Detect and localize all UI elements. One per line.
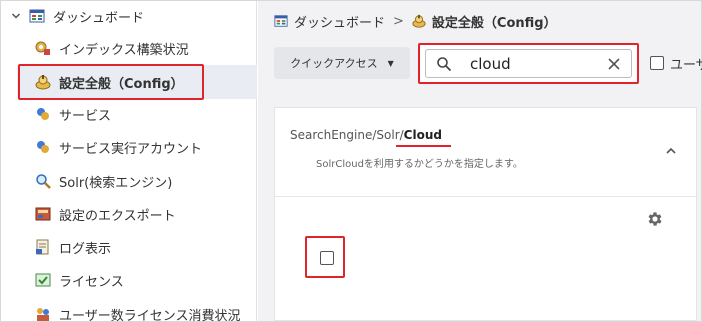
sidebar-item-export[interactable]: 設定のエクスポート: [35, 200, 176, 228]
sidebar-item-label: サービス: [59, 108, 112, 124]
sidebar-item-label: Solr(検索エンジン): [59, 175, 173, 191]
setting-card-header[interactable]: SearchEngine/Solr/Cloud SolrCloudを利用するかど…: [275, 108, 698, 197]
setting-description: SolrCloudを利用するかどうかを指定します。: [316, 159, 523, 170]
dashboard-icon: [29, 8, 45, 24]
highlight-box-config: [18, 64, 204, 100]
dashboard-icon: [274, 14, 288, 28]
setting-value-checkbox[interactable]: [320, 251, 334, 265]
sidebar-item-label: 設定のエクスポート: [59, 208, 176, 224]
sidebar-item-license[interactable]: ライセンス: [35, 266, 124, 294]
export-icon: [35, 206, 51, 222]
sidebar-item-log[interactable]: ログ表示: [35, 233, 111, 261]
caret-down-icon: ▼: [387, 58, 394, 68]
sidebar-item-user-license[interactable]: ユーザー数ライセンス消費状況: [35, 300, 240, 322]
setting-path: SearchEngine/Solr/Cloud: [290, 128, 442, 142]
chevron-up-icon[interactable]: [664, 144, 678, 158]
user-filter-checkbox[interactable]: ユーザー: [650, 55, 702, 73]
sidebar-item-label: サービス実行アカウント: [59, 141, 203, 157]
breadcrumb-home[interactable]: ダッシュボード: [294, 12, 385, 31]
search-input[interactable]: [470, 51, 600, 76]
sidebar-item-index-build[interactable]: インデックス構築状況: [35, 34, 189, 62]
sidebar-item-service-account[interactable]: サービス実行アカウント: [35, 133, 202, 161]
clear-icon[interactable]: [606, 56, 622, 72]
index-build-icon: [35, 40, 51, 56]
user-license-icon: [35, 306, 51, 322]
sidebar-item-label: ログ表示: [59, 241, 112, 257]
service-account-icon: [35, 139, 51, 155]
main-panel: ダッシュボード > 設定全般（Config） クイックアクセス ▼ cloud …: [258, 1, 702, 321]
gear-icon[interactable]: [646, 210, 664, 228]
service-icon: [35, 106, 51, 122]
sidebar-item-solr[interactable]: Solr(検索エンジン): [35, 167, 172, 195]
user-filter-label: ユーザー: [670, 57, 702, 73]
setting-card: SearchEngine/Solr/Cloud SolrCloudを利用するかど…: [274, 107, 698, 321]
highlight-box-search: [418, 43, 639, 84]
sidebar-item-label: ユーザー数ライセンス消費状況: [59, 308, 241, 322]
sidebar: ダッシュボード インデックス構築状況 設定全般（Config） サービス サービ…: [1, 1, 257, 322]
quick-access-label: クイックアクセス: [290, 57, 378, 70]
search-engine-icon: [35, 173, 51, 189]
sidebar-root-dashboard[interactable]: ダッシュボード: [9, 5, 144, 27]
chevron-down-icon[interactable]: [9, 9, 23, 23]
setting-path-key: Cloud: [403, 128, 442, 142]
config-icon: [412, 14, 426, 28]
checkbox[interactable]: [650, 56, 664, 70]
sidebar-item-label: インデックス構築状況: [59, 42, 189, 58]
highlight-underline: [396, 145, 451, 147]
highlight-box-value: [305, 236, 345, 278]
breadcrumb: ダッシュボード > 設定全般（Config）: [274, 10, 557, 32]
breadcrumb-separator: >: [393, 13, 404, 29]
sidebar-item-label: ライセンス: [59, 274, 124, 290]
search-field[interactable]: [425, 49, 632, 78]
log-icon: [35, 239, 51, 255]
breadcrumb-current: 設定全般（Config）: [431, 15, 557, 31]
setting-path-prefix: SearchEngine/Solr/: [290, 128, 404, 142]
search-icon: [436, 56, 452, 72]
quick-access-button[interactable]: クイックアクセス ▼: [274, 47, 410, 79]
sidebar-root-label: ダッシュボード: [53, 10, 145, 26]
sidebar-item-service[interactable]: サービス: [35, 100, 111, 128]
license-icon: [35, 272, 51, 288]
